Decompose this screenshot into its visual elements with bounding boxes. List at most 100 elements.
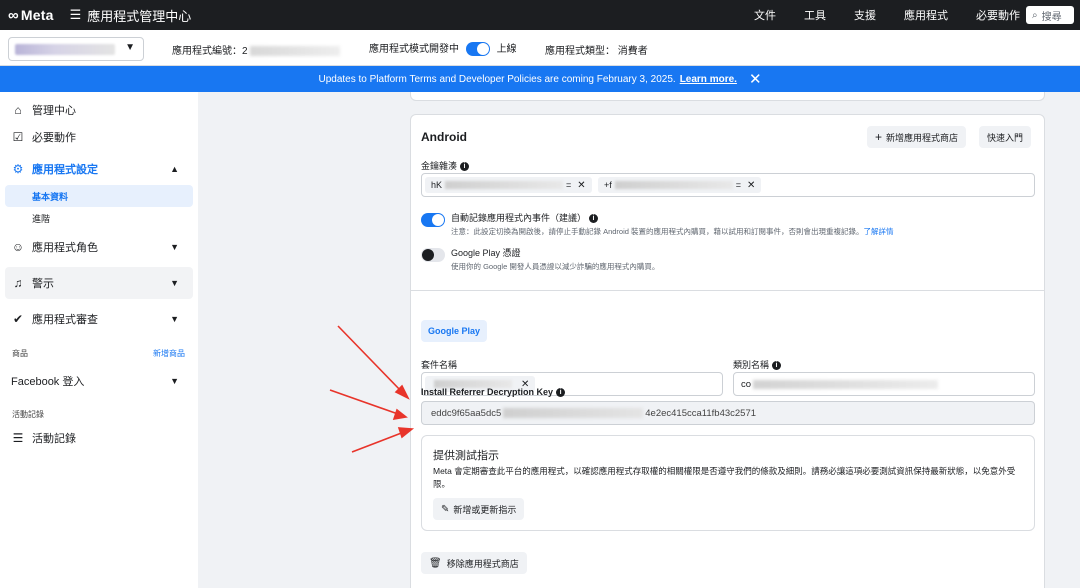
sidebar-item-label: 警示	[32, 278, 54, 290]
search-icon: ⌕	[1032, 9, 1038, 21]
quick-start-button[interactable]: 快速入門	[979, 126, 1032, 148]
pencil-icon: ✎	[441, 503, 450, 515]
remove-app-store-button[interactable]: 🗑 移除應用程式商店	[421, 552, 527, 574]
policy-update-banner: Updates to Platform Terms and Developer …	[0, 66, 1080, 92]
redacted-key-hash	[614, 181, 733, 189]
banner-learn-more-link[interactable]: Learn more.	[680, 74, 737, 85]
previous-card-bottom	[410, 92, 1045, 101]
add-app-store-label: 新增應用程式商店	[886, 132, 959, 143]
sidebar-item-dashboard[interactable]: ⌂ 管理中心	[5, 100, 193, 120]
chevron-down-icon[interactable]: ▼	[170, 376, 179, 386]
menu-tools[interactable]: 工具	[804, 7, 826, 23]
roles-icon: ☺	[11, 240, 25, 254]
redacted-key-hash	[445, 181, 564, 189]
app-mode: 應用程式模式開發中 上線	[369, 40, 517, 57]
referrer-key-field[interactable]: eddc9f65aa5dc5 4e2ec415cca11fb43c2571	[421, 401, 1035, 425]
key-hashes-label: 金鑰雜湊 i	[421, 159, 470, 172]
auto-log-events-desc: 注意：此設定切換為開啟後，請停止手動記錄 Android 裝置的應用程式內購買，…	[451, 226, 894, 237]
app-selector[interactable]: ▼	[8, 37, 144, 61]
key-hash-1-prefix: hK	[431, 180, 443, 190]
sidebar-item-label: 進階	[32, 213, 51, 224]
activity-section-label: 活動記錄	[12, 410, 44, 419]
app-dashboard-title: 應用程式管理中心	[87, 8, 192, 24]
android-platform-card: Android + 新增應用程式商店 快速入門 金鑰雜湊 i hK = ✕ +f …	[410, 114, 1045, 588]
top-menu: 文件 工具 支援 應用程式 必要動作	[726, 0, 1020, 30]
auto-log-events-setting: 自動記錄應用程式內事件（建議） i 注意：此設定切換為開啟後，請停止手動記錄 An…	[421, 211, 894, 237]
app-type-label: 應用程式類型：	[545, 46, 615, 57]
sidebar-item-facebook-login[interactable]: Facebook 登入 ▼	[5, 371, 193, 391]
meta-infinity-icon: ∞	[8, 6, 19, 24]
top-bar: ∞ Meta ☰ 應用程式管理中心 文件 工具 支援 應用程式 必要動作 ⌕ 搜…	[0, 0, 1080, 30]
key-hash-1-suffix: =	[566, 180, 572, 190]
plus-icon: +	[875, 130, 883, 144]
chevron-up-icon[interactable]: ▲	[170, 164, 179, 174]
banner-text: Updates to Platform Terms and Developer …	[318, 73, 676, 85]
add-update-instructions-label: 新增或更新指示	[453, 504, 517, 515]
class-name-text: 類別名稱	[733, 360, 770, 370]
redacted-key-middle	[503, 408, 644, 418]
google-play-billing-toggle[interactable]	[421, 248, 445, 262]
test-instructions-box: 提供測試指示 Meta 會定期審查此平台的應用程式，以確認應用程式存取權的相關權…	[421, 435, 1035, 531]
remove-chip-icon[interactable]: ✕	[747, 180, 755, 191]
class-name-field[interactable]: co	[733, 372, 1035, 396]
caret-down-icon: ▼	[125, 42, 135, 53]
sidebar-item-label: 應用程式設定	[32, 164, 98, 176]
info-icon[interactable]: i	[589, 214, 599, 224]
tab-google-play[interactable]: Google Play	[421, 320, 488, 342]
redacted-app-id	[250, 46, 341, 57]
auto-log-events-toggle[interactable]	[421, 213, 445, 227]
sidebar-item-app-settings[interactable]: ⚙ 應用程式設定 ▲	[5, 159, 193, 179]
menu-support[interactable]: 支援	[854, 7, 876, 23]
sidebar-item-activity-log[interactable]: ☰ 活動記錄	[5, 428, 193, 448]
list-icon: ☰	[12, 431, 24, 445]
search-input[interactable]: ⌕ 搜尋	[1026, 6, 1074, 24]
add-app-store-button[interactable]: + 新增應用程式商店	[867, 126, 967, 148]
app-id: 應用程式編號：2	[172, 42, 341, 57]
info-icon[interactable]: i	[772, 361, 782, 371]
referrer-key-label: Install Referrer Decryption Key i	[421, 387, 566, 398]
meta-logo[interactable]: ∞ Meta	[8, 7, 54, 24]
google-play-billing-desc: 使用你的 Google 開發人員憑證以減少詐騙的應用程式內購買。	[451, 262, 660, 271]
learn-more-link[interactable]: 了解詳情	[864, 227, 894, 236]
redacted-app-name	[15, 44, 115, 55]
hamburger-menu-icon[interactable]: ☰	[70, 7, 82, 23]
chevron-down-icon[interactable]: ▼	[170, 278, 179, 288]
chevron-down-icon[interactable]: ▼	[170, 242, 179, 252]
referrer-key-start: eddc9f65aa5dc5	[431, 407, 502, 419]
menu-apps[interactable]: 應用程式	[904, 7, 948, 23]
auto-log-desc-text: 注意：此設定切換為開啟後，請停止手動記錄 Android 裝置的應用程式內購買，…	[451, 227, 864, 236]
remove-chip-icon[interactable]: ✕	[577, 180, 585, 191]
sidebar-item-app-review[interactable]: ✔ 應用程式審查 ▼	[5, 309, 193, 329]
sidebar-item-required-actions[interactable]: ☑ 必要動作	[5, 127, 193, 147]
menu-required-actions[interactable]: 必要動作	[976, 7, 1020, 23]
key-hashes-field[interactable]: hK = ✕ +f = ✕	[421, 173, 1035, 197]
menu-docs[interactable]: 文件	[754, 7, 776, 23]
sidebar-item-advanced[interactable]: 進階	[5, 207, 193, 229]
sidebar: ⌂ 管理中心 ☑ 必要動作 ⚙ 應用程式設定 ▲ 基本資料 進階 ☺ 應用程式角…	[0, 92, 198, 588]
sidebar-item-basic[interactable]: 基本資料	[5, 185, 193, 207]
sidebar-item-label: 應用程式角色	[32, 242, 98, 254]
sidebar-item-label: 基本資料	[32, 191, 69, 202]
test-instructions-desc: Meta 會定期審查此平台的應用程式，以確認應用程式存取權的相關權限是否遵守我們…	[433, 466, 1016, 489]
sidebar-item-app-roles[interactable]: ☺ 應用程式角色 ▼	[5, 237, 193, 257]
remove-app-store-label: 移除應用程式商店	[446, 558, 519, 569]
key-hashes-text: 金鑰雜湊	[421, 161, 458, 171]
sidebar-item-alerts[interactable]: ♫ 警示 ▼	[5, 267, 193, 299]
info-icon[interactable]: i	[460, 162, 470, 172]
trash-icon: 🗑	[429, 557, 442, 569]
chevron-down-icon[interactable]: ▼	[170, 314, 179, 324]
add-update-instructions-button[interactable]: ✎ 新增或更新指示	[433, 498, 525, 520]
app-info-bar: ▼ 應用程式編號：2 應用程式模式開發中 上線 應用程式類型： 消費者	[0, 30, 1080, 66]
info-icon[interactable]: i	[556, 388, 566, 398]
sidebar-item-label: 應用程式審查	[32, 314, 98, 326]
redacted-class-name	[753, 379, 939, 389]
close-icon[interactable]: ✕	[749, 70, 762, 88]
google-play-billing-setting: Google Play 憑證 使用你的 Google 開發人員憑證以減少詐騙的應…	[421, 246, 659, 272]
home-icon: ⌂	[14, 103, 22, 117]
referrer-key-text: Install Referrer Decryption Key	[421, 387, 554, 397]
bell-icon: ♫	[13, 276, 23, 290]
class-name-prefix: co	[741, 378, 752, 390]
add-product-link[interactable]: 新增商品	[153, 348, 185, 359]
app-mode-toggle[interactable]	[465, 42, 490, 57]
key-hash-2-prefix: +f	[604, 180, 612, 190]
